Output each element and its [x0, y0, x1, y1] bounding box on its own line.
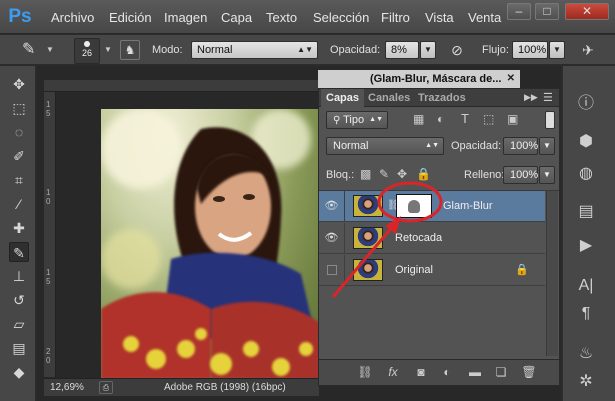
info-icon[interactable]: ⓘ — [573, 92, 599, 116]
right-dock: ⓘ ⬢ ◍ ▤ ▶ A| ¶ ♨ ✲ — [562, 66, 615, 401]
annotation-overlay — [331, 181, 443, 298]
3d-icon[interactable]: ⬢ — [573, 130, 599, 154]
adjustments-icon[interactable]: ◍ — [573, 162, 599, 186]
paragraph-icon[interactable]: ¶ — [573, 302, 599, 326]
clone-source-icon[interactable]: ✲ — [573, 370, 599, 394]
actions-icon[interactable]: ▶ — [573, 234, 599, 258]
character-icon[interactable]: A| — [573, 274, 599, 298]
annotation-arrow-line — [331, 225, 395, 298]
highlight-circle — [377, 181, 443, 223]
brush-presets-icon[interactable]: ♨ — [573, 342, 599, 366]
history-icon[interactable]: ▤ — [573, 200, 599, 224]
